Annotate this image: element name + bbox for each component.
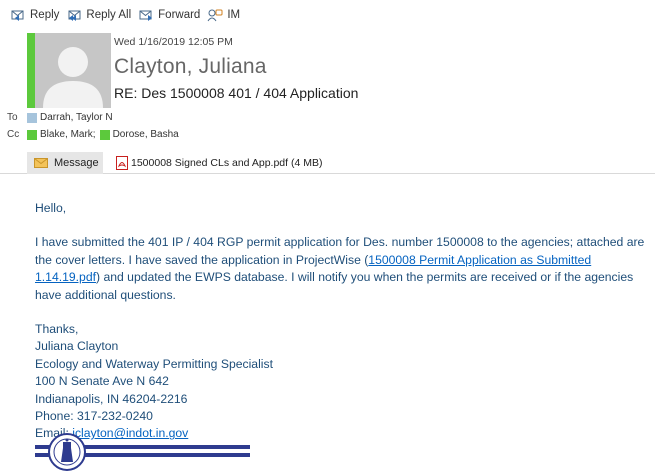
body-paragraph: I have submitted the 401 IP / 404 RGP pe…: [35, 234, 655, 304]
envelope-icon: [34, 158, 48, 168]
reply-all-icon: [68, 10, 81, 21]
signature-title: Ecology and Waterway Permitting Speciali…: [35, 356, 273, 371]
reply-button[interactable]: Reply: [8, 4, 64, 26]
message-body: Hello, I have submitted the 401 IP / 404…: [35, 200, 655, 443]
message-toolbar: Reply Reply All Forward IM: [0, 0, 655, 30]
im-icon: [207, 9, 223, 22]
avatar[interactable]: [35, 33, 111, 108]
attachment-filename: 1500008 Signed CLs and App.pdf (4 MB): [131, 157, 323, 169]
signature-address-line2: Indianapolis, IN 46204-2216: [35, 391, 188, 406]
presence-available-icon: [27, 129, 37, 140]
subject-line: RE: Des 1500008 401 / 404 Application: [114, 85, 359, 101]
message-tab[interactable]: Message: [27, 152, 103, 174]
attachment-item[interactable]: 1500008 Signed CLs and App.pdf (4 MB): [116, 152, 322, 174]
cc-row: Cc Blake, Mark; Dorose, Basha: [7, 129, 179, 140]
sent-date: Wed 1/16/2019 12:05 PM: [114, 36, 233, 48]
forward-button[interactable]: Forward: [136, 4, 205, 26]
signature-name: Juliana Clayton: [35, 339, 119, 354]
to-row: To Darrah, Taylor N: [7, 112, 113, 123]
closing: Thanks,: [35, 322, 79, 337]
to-recipient[interactable]: Darrah, Taylor N: [40, 112, 113, 123]
cc-recipient[interactable]: Dorose, Basha: [113, 129, 179, 140]
to-label: To: [7, 112, 18, 123]
presence-unknown-icon: [27, 112, 37, 123]
message-header: Wed 1/16/2019 12:05 PM Clayton, Juliana …: [27, 33, 655, 108]
sender-name[interactable]: Clayton, Juliana: [114, 55, 267, 79]
signature-address-line1: 100 N Senate Ave N 642: [35, 374, 169, 389]
reply-icon: [11, 10, 24, 21]
message-tab-label: Message: [54, 157, 99, 169]
cc-label: Cc: [7, 129, 20, 140]
attachment-bar: Message 1500008 Signed CLs and App.pdf (…: [0, 152, 655, 174]
forward-icon: [139, 10, 153, 21]
reply-label: Reply: [30, 9, 60, 21]
indot-logo: [35, 433, 250, 471]
reply-all-button[interactable]: Reply All: [64, 4, 136, 26]
signature-phone: Phone: 317-232-0240: [35, 409, 153, 424]
body-text: ) and updated the EWPS database. I will …: [35, 270, 634, 302]
reply-all-label: Reply All: [86, 9, 132, 21]
cc-recipient[interactable]: Blake, Mark;: [40, 129, 96, 140]
forward-label: Forward: [158, 9, 201, 21]
greeting: Hello,: [35, 201, 67, 215]
presence-indicator: [27, 33, 35, 108]
im-button[interactable]: IM: [205, 4, 245, 26]
presence-available-icon: [99, 129, 110, 140]
person-placeholder-icon: [35, 33, 111, 108]
pdf-icon: [116, 156, 128, 170]
im-label: IM: [227, 9, 241, 21]
